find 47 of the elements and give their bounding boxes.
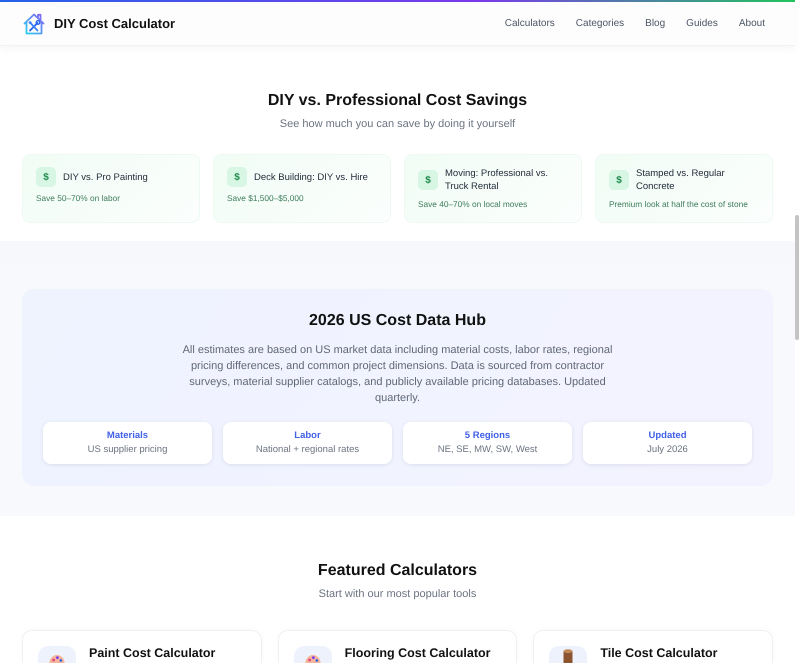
nav-link[interactable]: Calculators bbox=[504, 16, 555, 31]
palette-icon bbox=[294, 646, 332, 663]
dollar-icon: $ bbox=[36, 167, 56, 187]
stat-value: US supplier pricing bbox=[86, 443, 168, 457]
savings-note: Save 50–70% on labor bbox=[36, 192, 121, 204]
palette-icon bbox=[38, 646, 76, 663]
savings-note: Save 40–70% on local moves bbox=[418, 198, 528, 210]
comparison-card[interactable]: $ Deck Building: DIY vs. Hire Save $1,500–$5,000 bbox=[213, 154, 391, 223]
stat-label: Materials bbox=[106, 429, 150, 443]
nav-link[interactable]: About bbox=[738, 16, 765, 31]
calculator-card[interactable]: Tile Cost Calculator bbox=[533, 630, 773, 663]
stat-label: 5 Regions bbox=[464, 429, 512, 443]
comparison-card[interactable]: $ Stamped vs. Regular Concrete Premium look at half the cost of stone bbox=[595, 154, 773, 223]
calculator-title: Tile Cost Calculator bbox=[600, 646, 718, 661]
hub-description: All estimates are based on US market data including material costs, labor rates, regional pricing differences, and common project dimensions. Data is sourced from contractor surveys, material supplier catalogs, and publicly available pricing databases. Updated quarterly. bbox=[182, 343, 614, 406]
house-tools-icon bbox=[22, 12, 46, 36]
savings-note: Save $1,500–$5,000 bbox=[227, 192, 305, 204]
card-title: Stamped vs. Regular Concrete bbox=[636, 167, 726, 193]
wood-log-icon bbox=[549, 646, 588, 663]
calculator-card[interactable]: Paint Cost Calculator bbox=[22, 630, 262, 663]
nav-link[interactable]: Categories bbox=[576, 16, 624, 31]
comparison-card[interactable]: $ Moving: Professional vs. Truck Rental Save 40–70% on local moves bbox=[404, 154, 582, 223]
section-subtitle: See how much you can save by doing it yourself bbox=[278, 117, 516, 132]
dollar-icon: $ bbox=[227, 167, 247, 187]
brand-name[interactable]: DIY Cost Calculator bbox=[54, 14, 176, 34]
savings-note: Premium look at half the cost of stone bbox=[609, 198, 749, 210]
card-title: DIY vs. Pro Painting bbox=[63, 170, 148, 184]
nav-link[interactable]: Guides bbox=[686, 16, 718, 31]
scrollbar-thumb[interactable] bbox=[795, 215, 799, 340]
comparison-card[interactable]: $ DIY vs. Pro Painting Save 50–70% on labor bbox=[22, 154, 200, 223]
section-title: 2026 US Cost Data Hub bbox=[308, 311, 487, 330]
stat-value: NE, SE, MW, SW, West bbox=[436, 443, 538, 457]
stat-label: Labor bbox=[293, 429, 322, 443]
dollar-icon: $ bbox=[609, 170, 629, 190]
calculator-card[interactable]: Flooring Cost Calculator bbox=[278, 630, 518, 663]
calculator-title: Paint Cost Calculator bbox=[89, 646, 216, 661]
calculator-title: Flooring Cost Calculator bbox=[344, 646, 490, 661]
card-title: Deck Building: DIY vs. Hire bbox=[254, 170, 368, 184]
stat-value: July 2026 bbox=[646, 443, 689, 457]
section-title: DIY vs. Professional Cost Savings bbox=[266, 91, 528, 110]
stat-value: National + regional rates bbox=[254, 443, 360, 457]
card-title: Moving: Professional vs. Truck Rental bbox=[445, 167, 549, 193]
section-subtitle: Start with our most popular tools bbox=[318, 587, 478, 602]
stat-label: Updated bbox=[648, 429, 688, 443]
nav-link[interactable]: Blog bbox=[645, 16, 666, 31]
section-title: Featured Calculators bbox=[316, 561, 478, 580]
dollar-icon: $ bbox=[418, 170, 438, 190]
